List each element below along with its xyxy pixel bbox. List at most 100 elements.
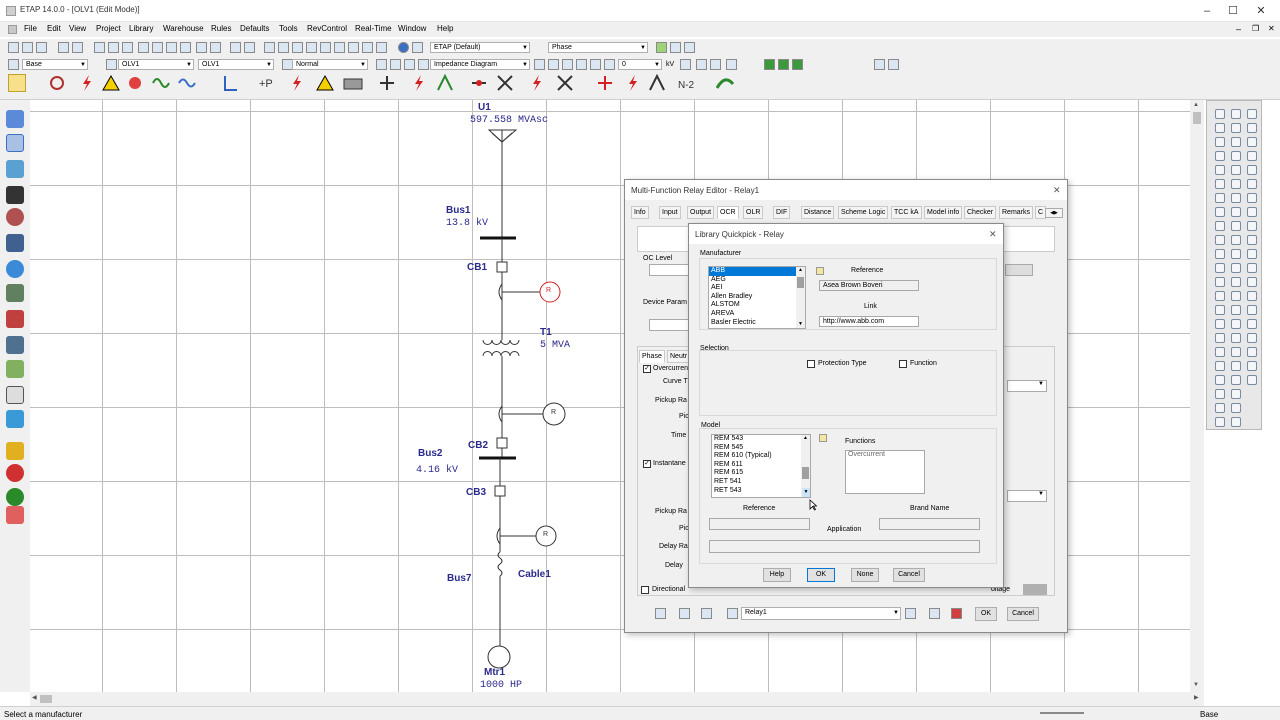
cable-ampacity-icon[interactable]	[556, 74, 574, 92]
show-grid-icon[interactable]	[278, 42, 289, 53]
motor-acceleration-icon[interactable]	[126, 74, 144, 92]
pan-icon[interactable]	[138, 42, 149, 53]
reference-field[interactable]: Asea Brown Boveri	[819, 280, 919, 291]
new-icon[interactable]	[8, 42, 19, 53]
cut-icon[interactable]	[94, 42, 105, 53]
relay-editor-ok-button[interactable]: OK	[975, 607, 997, 621]
menu-project[interactable]: Project	[96, 24, 121, 33]
palette-voltage-relay-icon[interactable]	[1231, 207, 1241, 217]
model-scroll-down-icon[interactable]: ▼	[802, 488, 810, 497]
zoom-in-icon[interactable]	[152, 42, 163, 53]
palette-lv-breaker-icon[interactable]	[1247, 249, 1257, 259]
ground-grid-sidebar-icon[interactable]	[6, 208, 24, 226]
scenario-wizard-icon[interactable]	[715, 74, 735, 92]
manufacturer-item[interactable]: AEI	[709, 284, 805, 293]
print-preview-icon[interactable]	[72, 42, 83, 53]
base-combo[interactable]: Base ▼	[22, 59, 88, 70]
short-circuit-icon[interactable]	[78, 74, 96, 92]
menu-window[interactable]: Window	[398, 24, 426, 33]
palette-svc-icon[interactable]	[1231, 403, 1241, 413]
palette-auto-transformer-icon[interactable]	[1247, 207, 1257, 217]
report-icon[interactable]	[362, 42, 373, 53]
palette-charger-icon[interactable]	[1231, 333, 1241, 343]
palette-contactor-icon[interactable]	[1215, 389, 1225, 399]
scroll-up-arrow-icon[interactable]: ▲	[1193, 102, 1199, 108]
contingency-n2-label[interactable]: N-2	[678, 80, 694, 91]
minimize-button[interactable]: –	[1198, 3, 1216, 19]
palette-hvdc-icon[interactable]	[1231, 389, 1241, 399]
curve-type-dropdown[interactable]: ▼	[1007, 380, 1047, 392]
tab-phase[interactable]: Phase	[639, 350, 665, 363]
palette-static-load-icon[interactable]	[1247, 165, 1257, 175]
palette-tag-link-icon[interactable]	[1231, 277, 1241, 287]
select-icon[interactable]	[680, 59, 691, 70]
model-item[interactable]: REM 610 (Typical)	[712, 452, 810, 461]
model-list[interactable]: REM 543 REM 545 REM 610 (Typical) REM 61…	[711, 434, 811, 498]
undo-icon[interactable]	[230, 42, 241, 53]
find-icon[interactable]	[334, 42, 345, 53]
tool-icon-b[interactable]	[888, 59, 899, 70]
palette-reactor-icon[interactable]	[1215, 179, 1225, 189]
vertical-scroll-thumb[interactable]	[1193, 112, 1201, 124]
functions-list[interactable]: Overcurrent	[845, 450, 925, 494]
motor-mtr1-name[interactable]: Mtr1	[484, 667, 505, 678]
scroll-right-arrow-icon[interactable]: ▶	[1194, 694, 1199, 701]
scroll-down-arrow-icon[interactable]: ▼	[1193, 682, 1199, 688]
horizontal-scroll-thumb[interactable]	[40, 695, 52, 703]
cable1-name[interactable]: Cable1	[518, 569, 551, 580]
display-options-icon[interactable]	[376, 59, 387, 70]
tcc-icon[interactable]	[562, 59, 573, 70]
palette-load-icon[interactable]	[1215, 249, 1225, 259]
palette-composite-icon[interactable]	[1215, 319, 1225, 329]
palette-ct-icon[interactable]	[1231, 109, 1241, 119]
fonts-icon[interactable]	[670, 42, 681, 53]
palette-vfd-icon[interactable]	[1231, 361, 1241, 371]
palette-heater-icon[interactable]	[1247, 361, 1257, 371]
revision-combo[interactable]: OLV1 ▼	[198, 59, 274, 70]
cb1-name[interactable]: CB1	[467, 262, 487, 273]
manufacturer-scrollbar[interactable]: ▲ ▼	[796, 267, 805, 328]
model-reference-field[interactable]	[709, 518, 810, 530]
contingency-icon[interactable]	[624, 74, 642, 92]
cb2-name[interactable]: CB2	[468, 440, 488, 451]
protection-type-checkbox[interactable]	[807, 360, 815, 368]
cb3-name[interactable]: CB3	[466, 487, 486, 498]
palette-fuse-icon[interactable]	[1215, 347, 1225, 357]
menu-real-time[interactable]: Real-Time	[355, 24, 392, 33]
palette-reverse-power-relay-icon[interactable]	[1231, 235, 1241, 245]
manufacturer-scroll-down-icon[interactable]: ▼	[798, 321, 803, 327]
model-item[interactable]: REM 543	[712, 435, 810, 444]
palette-phase-adapter-icon[interactable]	[1231, 375, 1241, 385]
relay1-label[interactable]: R	[546, 287, 551, 294]
print-icon[interactable]	[58, 42, 69, 53]
loading-category-combo[interactable]: Normal ▼	[292, 59, 368, 70]
model-scroll-thumb[interactable]	[802, 467, 809, 479]
palette-in-line-relay-icon[interactable]	[1247, 291, 1257, 301]
instantaneous-type-dropdown[interactable]: ▼	[1007, 490, 1047, 502]
green-run-icon-2[interactable]	[778, 59, 789, 70]
transformer-t1-name[interactable]: T1	[540, 327, 552, 338]
palette-utility-icon[interactable]	[1215, 207, 1225, 217]
manufacturer-scroll-up-icon[interactable]: ▲	[798, 267, 803, 273]
annotation-icon[interactable]	[604, 59, 615, 70]
help-icon[interactable]	[398, 42, 409, 53]
quickpick-help-button[interactable]: Help	[763, 568, 791, 582]
dc-load-flow-icon[interactable]	[378, 74, 396, 92]
project-tree-icon[interactable]	[6, 386, 24, 404]
dc-short-circuit-icon[interactable]	[410, 74, 428, 92]
zoom-fit-icon[interactable]	[180, 42, 191, 53]
manufacturer-item[interactable]: ALSTOM	[709, 301, 805, 310]
mdi-restore-button[interactable]: ❐	[1252, 24, 1259, 33]
palette-voltmeter-icon[interactable]	[1231, 151, 1241, 161]
palette-regulator-icon[interactable]	[1247, 221, 1257, 231]
palette-hv-breaker-icon[interactable]	[1247, 235, 1257, 245]
brand-name-field[interactable]	[879, 518, 980, 530]
flow-icon[interactable]	[710, 59, 721, 70]
palette-text-icon[interactable]	[1247, 123, 1257, 133]
menu-edit[interactable]: Edit	[47, 24, 61, 33]
manufacturer-item[interactable]: Basler Electric	[709, 319, 805, 328]
harmonic-icon[interactable]	[152, 74, 170, 92]
palette-multimeter-icon[interactable]	[1231, 165, 1241, 175]
manufacturer-item[interactable]: AREVA	[709, 310, 805, 319]
relay-editor-close-button[interactable]: ✕	[1053, 185, 1061, 196]
